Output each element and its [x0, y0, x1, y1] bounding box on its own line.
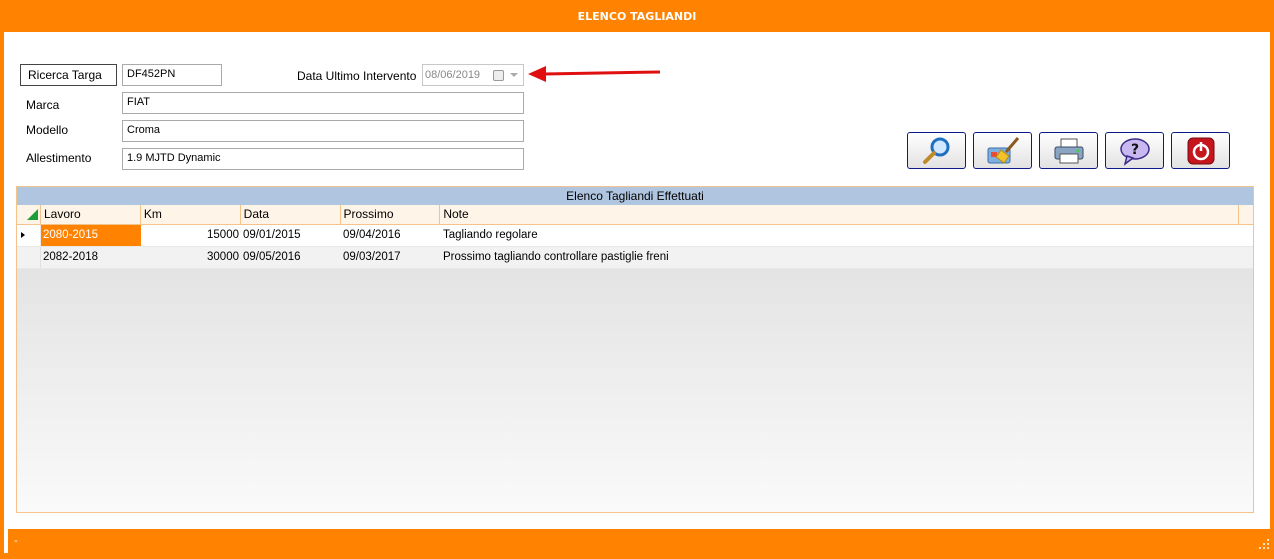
printer-icon: [1054, 138, 1083, 163]
grid-header: Lavoro Km Data Prossimo Note: [17, 205, 1253, 225]
allestimento-field[interactable]: 1.9 MJTD Dynamic: [122, 148, 524, 170]
sort-corner-icon: [27, 209, 38, 220]
modello-label: Modello: [26, 123, 69, 137]
allestimento-label: Allestimento: [26, 151, 92, 165]
col-header-km[interactable]: Km: [141, 205, 241, 224]
ricerca-targa-label: Ricerca Targa: [20, 64, 117, 86]
current-row-icon: [21, 232, 25, 238]
main-panel: Ricerca Targa DF452PN Data Ultimo Interv…: [4, 32, 1274, 553]
grid-corner[interactable]: [17, 205, 41, 224]
status-bar: -: [8, 529, 1274, 553]
col-header-data[interactable]: Data: [241, 205, 341, 224]
col-header-lavoro[interactable]: Lavoro: [41, 205, 141, 224]
window-title: ELENCO TAGLIANDI: [0, 0, 1274, 32]
cell-km[interactable]: 15000: [141, 225, 241, 246]
table-row[interactable]: 2080-2015 15000 09/01/2015 09/04/2016 Ta…: [17, 225, 1253, 247]
clear-button[interactable]: [973, 132, 1032, 169]
grid-caption: Elenco Tagliandi Effettuati: [17, 187, 1253, 205]
marca-label: Marca: [26, 98, 60, 112]
cell-km[interactable]: 30000: [141, 247, 241, 268]
targa-input[interactable]: DF452PN: [122, 64, 222, 86]
col-header-filler: [1239, 205, 1253, 224]
red-arrow-annotation: [528, 66, 661, 82]
broom-clear-icon: [987, 136, 1019, 164]
modello-field[interactable]: Croma: [122, 120, 524, 142]
status-text: -: [14, 535, 18, 547]
cell-prossimo[interactable]: 09/04/2016: [341, 225, 441, 246]
data-ultimo-intervento-label: Data Ultimo Intervento: [297, 69, 417, 83]
ricerca-targa-label-text: Ricerca Targa: [28, 68, 102, 82]
cell-data[interactable]: 09/01/2015: [241, 225, 341, 246]
table-row[interactable]: 2082-2018 30000 09/05/2016 09/03/2017 Pr…: [17, 247, 1253, 269]
calendar-icon[interactable]: [493, 70, 504, 81]
data-ultimo-intervento-value: 08/06/2019: [425, 69, 481, 81]
row-selector[interactable]: [17, 225, 41, 246]
search-button[interactable]: [907, 132, 966, 169]
chevron-down-icon[interactable]: [510, 73, 518, 77]
help-icon: ?: [1119, 137, 1150, 166]
svg-text:?: ?: [1130, 142, 1138, 158]
col-header-note[interactable]: Note: [440, 205, 1240, 224]
cell-note[interactable]: Tagliando regolare: [441, 225, 1241, 246]
resize-grip-icon[interactable]: [1258, 538, 1270, 550]
power-exit-icon: [1187, 137, 1214, 164]
cell-note[interactable]: Prossimo tagliando controllare pastiglie…: [441, 247, 1241, 268]
row-selector[interactable]: [17, 247, 41, 268]
cell-data[interactable]: 09/05/2016: [241, 247, 341, 268]
search-icon: [922, 137, 949, 164]
marca-field[interactable]: FIAT: [122, 92, 524, 114]
cell-prossimo[interactable]: 09/03/2017: [341, 247, 441, 268]
help-button[interactable]: ?: [1105, 132, 1164, 169]
data-ultimo-intervento-picker[interactable]: 08/06/2019: [422, 64, 524, 86]
tagliandi-grid: Elenco Tagliandi Effettuati Lavoro Km Da…: [16, 186, 1254, 513]
cell-lavoro[interactable]: 2080-2015: [41, 225, 141, 246]
print-button[interactable]: [1039, 132, 1098, 169]
exit-button[interactable]: [1171, 132, 1230, 169]
col-header-prossimo[interactable]: Prossimo: [341, 205, 441, 224]
cell-lavoro[interactable]: 2082-2018: [41, 247, 141, 268]
